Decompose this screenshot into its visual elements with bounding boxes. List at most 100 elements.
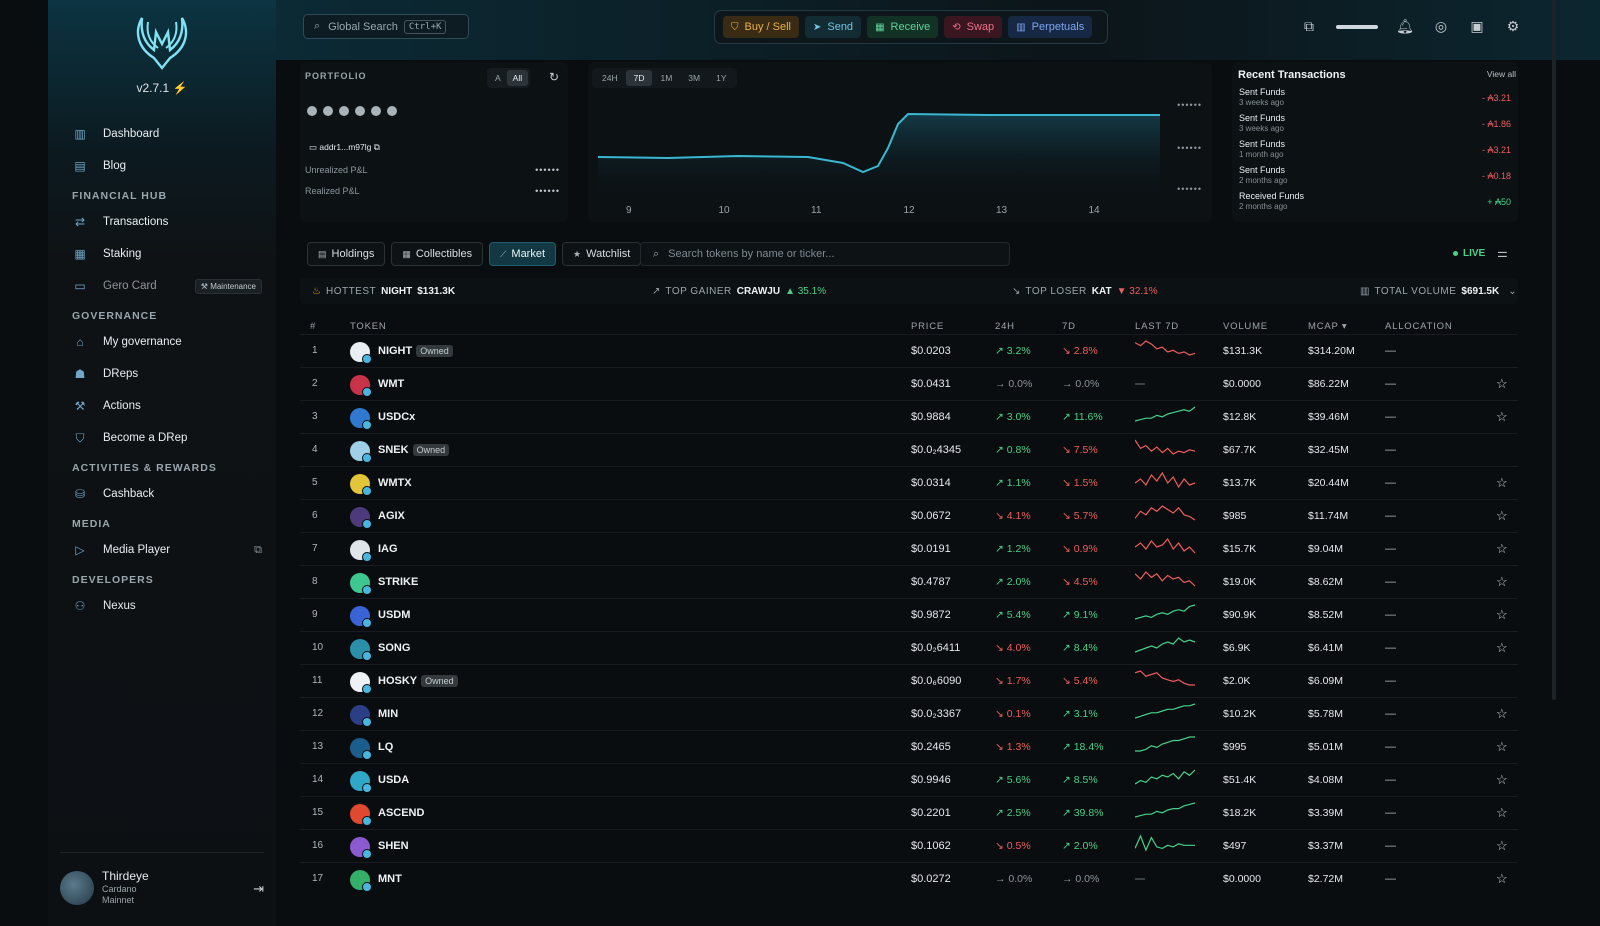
table-row[interactable]: 3 USDCx $0.9884 ↗ 3.0% ↗ 11.6% $12.8K $39.46M —…: [300, 400, 1518, 433]
timeframe-7d[interactable]: 7D: [625, 70, 653, 86]
scope-a[interactable]: A: [489, 70, 507, 86]
table-row[interactable]: 6 AGIX $0.0672 ↘ 4.1% ↘ 5.7% $985 $11.74M — ☆: [300, 499, 1518, 532]
nav-section-title: GOVERNANCE: [72, 310, 158, 322]
sidebar-item-transactions[interactable]: ⇄ Transactions: [72, 206, 262, 238]
table-row[interactable]: 11 HOSKY Owned $0.0₆6090 ↘ 1.7% ↘ 5.4% $2.0K $6…: [300, 664, 1518, 697]
eye-off-icon[interactable]: ◎: [1432, 18, 1450, 35]
table-row[interactable]: 5 WMTX $0.0314 ↗ 1.1% ↘ 1.5% $13.7K $20.44M — ☆: [300, 466, 1518, 499]
table-row[interactable]: 8 STRIKE $0.4787 ↗ 2.0% ↘ 4.5% $19.0K $8.62M — ☆: [300, 565, 1518, 598]
star-icon[interactable]: ☆: [1496, 574, 1508, 590]
tab-collectibles[interactable]: ▦ Collectibles: [391, 242, 484, 266]
popout-icon[interactable]: ⧉: [254, 544, 262, 557]
sidebar-item-actions[interactable]: ⚒ Actions: [72, 390, 262, 422]
sidebar-item-dashboard[interactable]: ▥ Dashboard: [72, 118, 262, 150]
timeframe-3m[interactable]: 3M: [680, 70, 708, 86]
asset-tabs: ▤ Holdings ▦ Collectibles ⟋ Market ★ Watchlist: [307, 242, 642, 266]
table-row[interactable]: 2 WMT $0.0431 → 0.0% → 0.0% $0.0000 $86.22M — ☆: [300, 367, 1518, 400]
table-row[interactable]: 1 NIGHT Owned $0.0203 ↗ 3.2% ↘ 2.8% $131.3K $31…: [300, 334, 1518, 367]
sidebar-item-gero-card[interactable]: ▭ Gero Card ⚒ Maintenance: [72, 270, 262, 302]
star-icon[interactable]: ☆: [1496, 871, 1508, 887]
star-icon[interactable]: ☆: [1496, 838, 1508, 854]
perpetuals-button[interactable]: ▥ Perpetuals: [1008, 16, 1093, 38]
sidebar-item-staking[interactable]: ▦ Staking: [72, 238, 262, 270]
global-search-placeholder: Global Search: [328, 20, 398, 33]
star-icon[interactable]: ☆: [1496, 706, 1508, 722]
table-row[interactable]: 17 MNT $0.0272 → 0.0% → 0.0% $0.0000 $2.72M — ☆: [300, 862, 1518, 895]
star-icon[interactable]: ☆: [1496, 772, 1508, 788]
chevron-down-icon[interactable]: ⌄: [1508, 286, 1516, 297]
buy-sell-button[interactable]: ⛉ Buy / Sell: [723, 16, 799, 38]
table-row[interactable]: 15 ASCEND $0.2201 ↗ 2.5% ↗ 39.8% $18.2K $3.39M…: [300, 796, 1518, 829]
col-volume[interactable]: VOLUME: [1223, 321, 1268, 332]
view-all-link[interactable]: View all: [1487, 69, 1516, 79]
filter-icon[interactable]: ⚌: [1497, 246, 1508, 260]
tab-market[interactable]: ⟋ Market: [489, 242, 557, 266]
star-icon[interactable]: ☆: [1496, 508, 1508, 524]
star-icon[interactable]: ☆: [1496, 739, 1508, 755]
panel-toggle-icon[interactable]: ▣: [1468, 18, 1486, 35]
sidebar-item-dreps[interactable]: ☗ DReps: [72, 358, 262, 390]
table-row[interactable]: 14 USDA $0.9946 ↗ 5.6% ↗ 8.5% $51.4K $4.08M — ☆: [300, 763, 1518, 796]
copy-icon[interactable]: ⧉: [374, 142, 380, 152]
sidebar: v2.7.1 ⚡ ▥ Dashboard ▤ Blog FINANCIAL HUB ⇄ Tr…: [48, 0, 276, 926]
tab-watchlist[interactable]: ★ Watchlist: [562, 242, 642, 266]
star-icon[interactable]: ☆: [1496, 475, 1508, 491]
change-24h: ↘ 4.1%: [995, 510, 1031, 522]
scrollbar[interactable]: [1552, 0, 1556, 700]
user-card[interactable]: Thirdeye Cardano Mainnet ⇥: [60, 852, 264, 906]
star-icon[interactable]: ☆: [1496, 409, 1508, 425]
token-mcap: $6.09M: [1308, 675, 1344, 687]
transaction-item[interactable]: Sent Funds 2 months ago - ₳0.18: [1239, 165, 1511, 189]
col-mcap[interactable]: MCAP ▾: [1308, 321, 1347, 332]
network-icon[interactable]: ⧉: [1300, 18, 1318, 35]
send-button[interactable]: ➤ Send: [804, 16, 862, 38]
star-icon[interactable]: ☆: [1496, 805, 1508, 821]
sidebar-item-cashback[interactable]: ⛁ Cashback: [72, 478, 262, 510]
col-token[interactable]: TOKEN: [350, 321, 387, 332]
star-icon[interactable]: ☆: [1496, 541, 1508, 557]
col-24h[interactable]: 24H: [995, 321, 1015, 332]
gear-icon[interactable]: ⚙: [1504, 18, 1522, 35]
token-search-input[interactable]: ⌕ Search tokens by name or ticker...: [640, 242, 1010, 266]
sidebar-item-media-player[interactable]: ▷ Media Player ⧉: [72, 534, 262, 566]
token-mcap: $8.52M: [1308, 609, 1344, 621]
sidebar-item-blog[interactable]: ▤ Blog: [72, 150, 262, 182]
col-allocation[interactable]: ALLOCATION: [1385, 321, 1452, 332]
receive-button[interactable]: ▦ Receive: [867, 16, 939, 38]
transaction-item[interactable]: Received Funds 2 months ago + ₳50: [1239, 191, 1511, 215]
token-price: $0.9872: [911, 609, 951, 621]
table-row[interactable]: 9 USDM $0.9872 ↗ 5.4% ↗ 9.1% $90.9K $8.52M — ☆: [300, 598, 1518, 631]
wallet-address[interactable]: ▭ addr1...m97lg ⧉: [309, 142, 380, 153]
logout-icon[interactable]: ⇥: [253, 881, 264, 906]
swap-button[interactable]: ⟲ Swap: [944, 16, 1003, 38]
table-row[interactable]: 16 SHEN $0.1062 ↘ 0.5% ↗ 2.0% $497 $3.37M — ☆: [300, 829, 1518, 862]
sidebar-item-my-governance[interactable]: ⌂ My governance: [72, 326, 262, 358]
global-search-input[interactable]: ⌕ Global Search Ctrl+K: [303, 14, 469, 39]
star-icon[interactable]: ☆: [1496, 376, 1508, 392]
star-icon[interactable]: ☆: [1496, 640, 1508, 656]
sidebar-item-become-a-drep[interactable]: ⛉ Become a DRep: [72, 422, 262, 454]
sidebar-item-nexus[interactable]: ⚇ Nexus: [72, 590, 262, 622]
token-volume: $497: [1223, 840, 1247, 852]
token-price: $0.9946: [911, 774, 951, 786]
table-row[interactable]: 12 MIN $0.0₂3367 ↘ 0.1% ↗ 3.1% $10.2K $5.78M — ☆: [300, 697, 1518, 730]
col-7d[interactable]: 7D: [1062, 321, 1076, 332]
transaction-item[interactable]: Sent Funds 3 weeks ago - ₳1.86: [1239, 113, 1511, 137]
table-row[interactable]: 4 SNEK Owned $0.0₂4345 ↗ 0.8% ↘ 7.5% $67.7K $32…: [300, 433, 1518, 466]
timeframe-1m[interactable]: 1M: [652, 70, 680, 86]
col-price[interactable]: PRICE: [911, 321, 944, 332]
table-row[interactable]: 7 IAG $0.0191 ↗ 1.2% ↘ 0.9% $15.7K $9.04M — ☆: [300, 532, 1518, 565]
timeframe-24h[interactable]: 24H: [594, 70, 626, 86]
transaction-type: Sent Funds: [1239, 165, 1286, 175]
scope-all[interactable]: All: [506, 70, 529, 86]
table-row[interactable]: 13 LQ $0.2465 ↘ 1.3% ↗ 18.4% $995 $5.01M — ☆: [300, 730, 1518, 763]
refresh-icon[interactable]: ↻: [549, 70, 559, 84]
transaction-item[interactable]: Sent Funds 3 weeks ago - ₳3.21: [1239, 87, 1511, 111]
token-allocation: —: [1385, 807, 1396, 819]
star-icon[interactable]: ☆: [1496, 607, 1508, 623]
timeframe-1y[interactable]: 1Y: [708, 70, 734, 86]
table-row[interactable]: 10 SONG $0.0₂6411 ↘ 4.0% ↗ 8.4% $6.9K $6.41M — ☆: [300, 631, 1518, 664]
bell-icon[interactable]: 🔔︎: [1396, 18, 1414, 35]
tab-holdings[interactable]: ▤ Holdings: [307, 242, 386, 266]
transaction-item[interactable]: Sent Funds 1 month ago - ₳3.21: [1239, 139, 1511, 163]
